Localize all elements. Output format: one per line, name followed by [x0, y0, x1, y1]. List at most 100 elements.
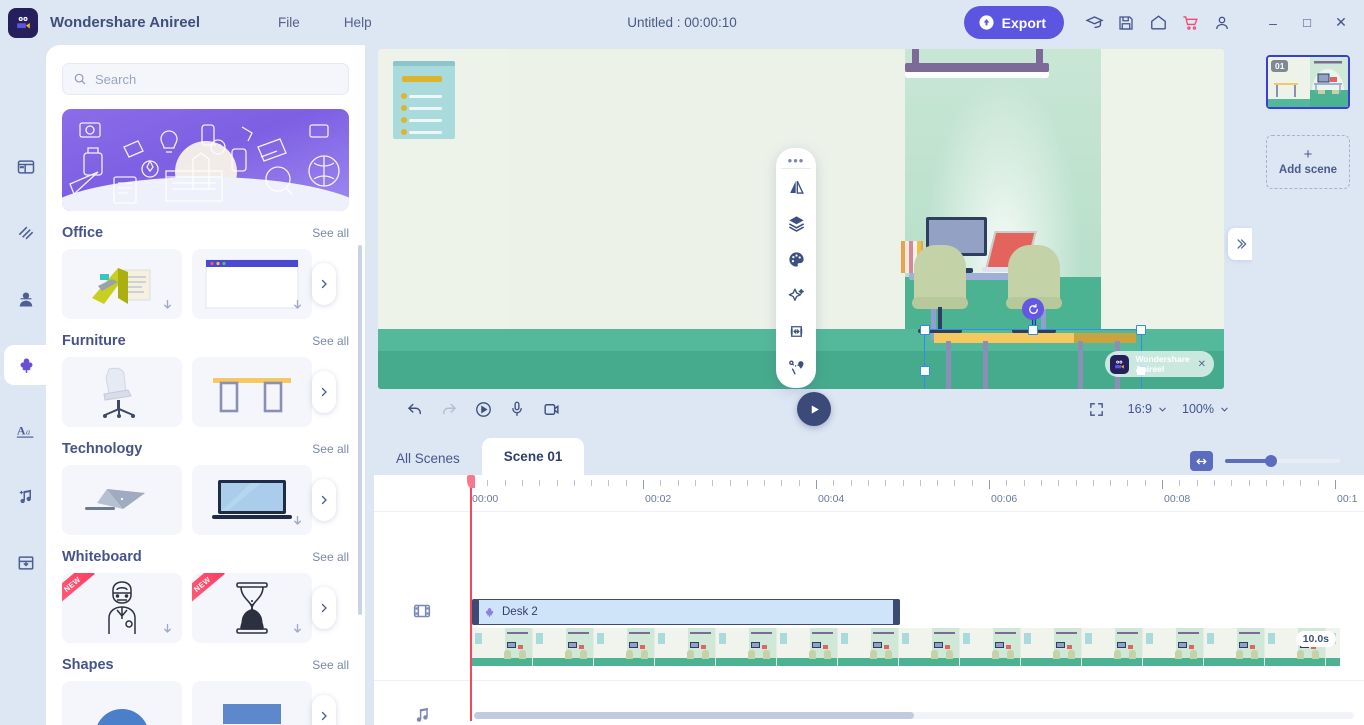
fullscreen-button[interactable]: [1080, 392, 1114, 426]
cart-icon[interactable]: [1174, 7, 1206, 39]
timeline-divider: [374, 511, 1364, 512]
sidebar-item-prop[interactable]: [4, 345, 48, 385]
playhead-handle[interactable]: [467, 475, 475, 488]
category-next-technology[interactable]: [312, 479, 336, 521]
add-scene-button[interactable]: + Add scene: [1266, 135, 1350, 189]
see-all-whiteboard[interactable]: See all: [312, 550, 349, 564]
lamp-stem-right: [1036, 49, 1043, 65]
sidebar-item-background[interactable]: [4, 213, 48, 253]
ruler-tick: [816, 480, 817, 489]
asset-laptop-open[interactable]: [192, 465, 312, 535]
fit-resize-icon[interactable]: [778, 313, 814, 349]
asset-hourglass-sketch[interactable]: NEW: [192, 573, 312, 643]
asset-browser-window[interactable]: [192, 249, 312, 319]
sidebar-item-music[interactable]: [4, 477, 48, 517]
watermark-close-icon[interactable]: ✕: [1196, 359, 1208, 370]
sidebar-item-character[interactable]: [4, 279, 48, 319]
collapse-scene-panel-button[interactable]: [1228, 228, 1254, 260]
search-box[interactable]: [62, 63, 349, 95]
download-icon[interactable]: [160, 298, 175, 313]
promo-banner[interactable]: [62, 109, 349, 211]
timeline-ruler[interactable]: 00:00 00:02 00:04 00:06 00:08 00:1: [470, 475, 1364, 511]
tutorial-graduation-icon[interactable]: [1078, 7, 1110, 39]
effects-sparkle-icon[interactable]: [778, 277, 814, 313]
asset-doctor-sketch[interactable]: NEW: [62, 573, 182, 643]
timeline-playhead[interactable]: [467, 475, 475, 721]
category-next-office[interactable]: [312, 263, 336, 305]
sidebar-item-text[interactable]: A a: [4, 411, 48, 451]
asset-laptop-closed[interactable]: [62, 465, 182, 535]
chair-right[interactable]: [1008, 245, 1060, 305]
download-icon[interactable]: [160, 622, 175, 637]
see-all-technology[interactable]: See all: [312, 442, 349, 456]
clip-handle-right[interactable]: [892, 598, 900, 625]
ruler-tick: [643, 480, 644, 489]
menu-file[interactable]: File: [278, 15, 300, 30]
ruler-tick: [1110, 480, 1112, 486]
timeline-horizontal-scrollbar[interactable]: [474, 712, 1354, 719]
ruler-tick: [1127, 480, 1129, 486]
handle-top-left[interactable]: [920, 325, 930, 335]
category-header-shapes: Shapes See all: [62, 657, 349, 673]
zoom-level-select[interactable]: 100%: [1182, 402, 1230, 416]
sidebar-item-import[interactable]: [4, 543, 48, 583]
timeline-clip-desk2[interactable]: Desk 2: [471, 598, 900, 625]
tab-scene-01[interactable]: Scene 01: [481, 438, 585, 475]
ruler-tick: [625, 480, 627, 486]
layers-icon[interactable]: [778, 205, 814, 241]
download-icon[interactable]: [290, 514, 305, 529]
tab-all-scenes[interactable]: All Scenes: [374, 442, 482, 475]
category-next-shapes[interactable]: [312, 695, 336, 725]
search-input[interactable]: [95, 71, 338, 87]
see-all-furniture[interactable]: See all: [312, 334, 349, 348]
sidebar-item-template[interactable]: [4, 147, 48, 187]
see-all-shapes[interactable]: See all: [312, 658, 349, 672]
chair-left[interactable]: [914, 245, 966, 305]
asset-desk[interactable]: [192, 357, 312, 427]
fit-timeline-button[interactable]: [1190, 451, 1213, 471]
scene-thumbnail-01[interactable]: 01: [1266, 55, 1350, 109]
redo-button[interactable]: [432, 392, 466, 426]
asset-rectangle[interactable]: [192, 681, 312, 725]
handle-top-right[interactable]: [1136, 325, 1146, 335]
download-icon[interactable]: [290, 298, 305, 313]
clip-handle-left[interactable]: [471, 598, 479, 625]
rotate-handle[interactable]: [1022, 298, 1044, 320]
asset-panel-scrollbar[interactable]: [358, 245, 362, 615]
record-button[interactable]: [466, 392, 500, 426]
microphone-button[interactable]: [500, 392, 534, 426]
play-button[interactable]: [797, 392, 831, 426]
asset-office-chair[interactable]: [62, 357, 182, 427]
menu-help[interactable]: Help: [344, 15, 372, 30]
timeline-filmstrip[interactable]: 10.0s: [472, 628, 1340, 666]
ruler-tick: [694, 480, 696, 486]
asset-panel: Office See all: [46, 45, 365, 725]
save-icon[interactable]: [1110, 7, 1142, 39]
handle-middle-left[interactable]: [920, 366, 930, 376]
see-all-office[interactable]: See all: [312, 226, 349, 240]
asset-semicircle[interactable]: [62, 681, 182, 725]
scrollbar-thumb[interactable]: [474, 712, 914, 719]
motion-path-icon[interactable]: [778, 349, 814, 385]
handle-top-center[interactable]: [1028, 325, 1038, 335]
toolbar-more-icon[interactable]: •••: [788, 152, 805, 168]
export-button[interactable]: Export: [963, 6, 1064, 39]
color-palette-icon[interactable]: [778, 241, 814, 277]
home-icon[interactable]: [1142, 7, 1174, 39]
timeline-zoom-slider[interactable]: [1225, 455, 1340, 467]
account-icon[interactable]: [1206, 7, 1238, 39]
download-icon[interactable]: [290, 622, 305, 637]
asset-folder-documents[interactable]: [62, 249, 182, 319]
close-button[interactable]: ✕: [1324, 0, 1358, 45]
wall-poster[interactable]: [393, 61, 455, 139]
aspect-ratio-select[interactable]: 16:9: [1128, 402, 1168, 416]
flip-horizontal-icon[interactable]: [778, 169, 814, 205]
maximize-button[interactable]: □: [1290, 0, 1324, 45]
category-next-whiteboard[interactable]: [312, 587, 336, 629]
screen-record-button[interactable]: [534, 392, 568, 426]
zoom-slider-knob[interactable]: [1265, 455, 1277, 467]
undo-button[interactable]: [398, 392, 432, 426]
minimize-button[interactable]: –: [1256, 0, 1290, 45]
category-next-furniture[interactable]: [312, 371, 336, 413]
category-row-office: [62, 249, 365, 319]
